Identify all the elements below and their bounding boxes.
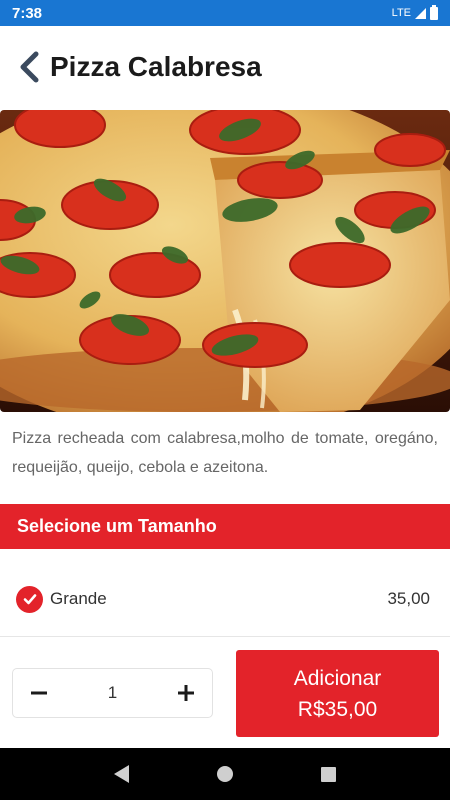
- size-option-label: Grande: [50, 589, 107, 608]
- size-option-grande[interactable]: Grande 35,00: [0, 575, 450, 623]
- product-description: Pizza recheada com calabresa,molho de to…: [12, 430, 438, 476]
- add-button-price: R$35,00: [297, 697, 378, 721]
- status-icons: LTE: [391, 4, 438, 20]
- add-to-cart-button[interactable]: Adicionar R$35,00: [236, 650, 439, 737]
- nav-recents-icon[interactable]: [321, 766, 336, 782]
- decrease-quantity-button[interactable]: [26, 680, 52, 706]
- app-header: Pizza Calabresa: [0, 26, 450, 108]
- network-label: LTE: [391, 7, 411, 19]
- page-title: Pizza Calabresa: [50, 51, 262, 82]
- quantity-value: 1: [107, 683, 118, 702]
- size-option-price: 35,00: [387, 589, 430, 608]
- size-section-header: Selecione um Tamanho: [0, 504, 450, 549]
- chevron-left-icon: [20, 51, 39, 83]
- nav-home-icon[interactable]: [217, 766, 233, 782]
- status-time: 7:38: [12, 4, 43, 22]
- size-section-title: Selecione um Tamanho: [17, 516, 217, 536]
- quantity-stepper: 1: [12, 668, 213, 718]
- product-image: [0, 110, 450, 412]
- signal-icon: [415, 7, 426, 19]
- android-nav-bar: [0, 748, 450, 800]
- plus-icon: [178, 685, 194, 701]
- increase-quantity-button[interactable]: [173, 680, 199, 706]
- divider: [0, 636, 450, 637]
- back-button[interactable]: [14, 47, 44, 87]
- battery-icon: [430, 4, 438, 20]
- status-bar: 7:38 LTE: [0, 0, 450, 26]
- add-button-label: Adicionar: [293, 666, 382, 690]
- check-circle-icon: [16, 585, 43, 613]
- nav-back-icon[interactable]: [114, 765, 129, 783]
- minus-icon: [31, 691, 47, 695]
